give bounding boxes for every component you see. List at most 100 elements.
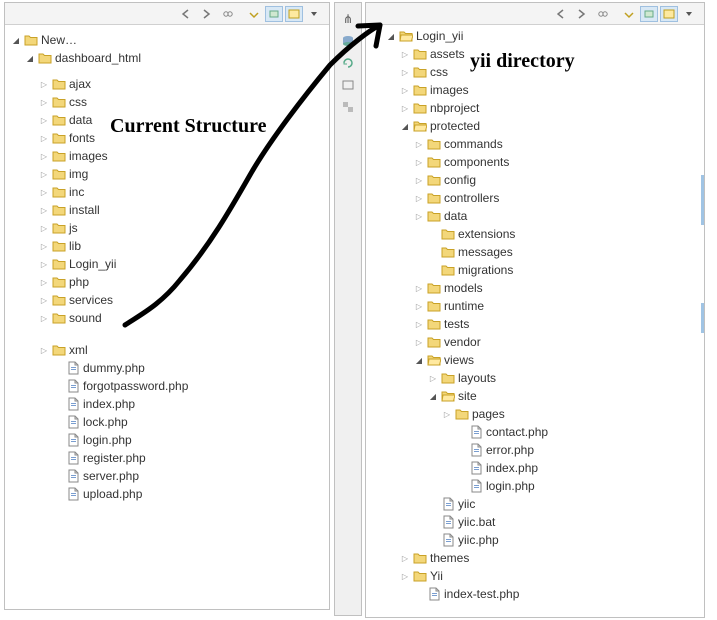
twisty-icon[interactable]: ▷ <box>414 301 424 311</box>
tree-row-file[interactable]: forgotpassword.php <box>7 377 327 395</box>
tree-row-folder[interactable]: ▷ css <box>7 93 327 111</box>
twisty-icon[interactable]: ◢ <box>11 35 21 45</box>
tree-row-project[interactable]: ◢ dashboard_html <box>7 49 327 67</box>
tree-row-file[interactable]: login.php <box>368 477 702 495</box>
tree-row-file[interactable]: server.php <box>7 467 327 485</box>
twisty-icon[interactable]: ▷ <box>414 319 424 329</box>
tree-row-folder[interactable]: ▷ images <box>368 81 702 99</box>
twisty-icon[interactable]: ▷ <box>414 175 424 185</box>
tree-row-data[interactable]: ▷ data <box>368 207 702 225</box>
tree-row-file[interactable]: lock.php <box>7 413 327 431</box>
twisty-icon[interactable]: ▷ <box>39 205 49 215</box>
dropdown-icon[interactable] <box>305 6 323 22</box>
collapse-all-icon[interactable] <box>245 6 263 22</box>
view-mode-icon[interactable] <box>660 6 678 22</box>
tree-row-folder[interactable]: ▷ tests <box>368 315 702 333</box>
tree-row-folder[interactable]: ▷ themes <box>368 549 702 567</box>
tree-row-folder[interactable]: ▷ ajax <box>7 75 327 93</box>
twisty-icon[interactable]: ▷ <box>39 133 49 143</box>
tree-row-views[interactable]: ◢ views <box>368 351 702 369</box>
tree-row-folder[interactable]: ▷ nbproject <box>368 99 702 117</box>
tree-row-protected[interactable]: ◢ protected <box>368 117 702 135</box>
nav-back-icon[interactable] <box>554 6 572 22</box>
twisty-icon[interactable]: ◢ <box>414 355 424 365</box>
twisty-icon[interactable]: ▷ <box>39 259 49 269</box>
tree-row-folder[interactable]: ▷ img <box>7 165 327 183</box>
twisty-icon[interactable]: ◢ <box>25 53 35 63</box>
sync-icon[interactable] <box>340 55 356 71</box>
tree-row-folder[interactable]: extensions <box>368 225 702 243</box>
tree-row-folder[interactable]: ▷ Login_yii <box>7 255 327 273</box>
nav-forward-icon[interactable] <box>199 6 217 22</box>
nav-back-icon[interactable] <box>179 6 197 22</box>
twisty-icon[interactable]: ▷ <box>400 49 410 59</box>
tree-row-folder[interactable]: ▷ Yii <box>368 567 702 585</box>
twisty-icon[interactable]: ▷ <box>428 373 438 383</box>
twisty-icon[interactable]: ▷ <box>39 295 49 305</box>
twisty-icon[interactable]: ▷ <box>414 157 424 167</box>
tree-row-folder[interactable]: ▷ assets <box>368 45 702 63</box>
twisty-icon[interactable]: ◢ <box>428 391 438 401</box>
tree-row-folder[interactable]: ▷ xml <box>7 341 327 359</box>
twisty-icon[interactable]: ▷ <box>400 85 410 95</box>
tree-row-file[interactable]: index-test.php <box>368 585 702 603</box>
tree-row-file[interactable]: index.php <box>368 459 702 477</box>
twisty-icon[interactable]: ▷ <box>39 97 49 107</box>
tree-row-folder[interactable]: messages <box>368 243 702 261</box>
view-mode-icon[interactable] <box>285 6 303 22</box>
twisty-icon[interactable]: ▷ <box>414 193 424 203</box>
filter-icon[interactable] <box>640 6 658 22</box>
twisty-icon[interactable]: ▷ <box>39 187 49 197</box>
tool-b-icon[interactable] <box>340 99 356 115</box>
outline-icon[interactable]: ⋔ <box>340 11 356 27</box>
tree-row-layouts[interactable]: ▷ layouts <box>368 369 702 387</box>
tree-row-folder[interactable]: ▷ fonts <box>7 129 327 147</box>
tree-row-folder[interactable]: ▷ services <box>7 291 327 309</box>
twisty-icon[interactable]: ▷ <box>39 345 49 355</box>
tree-row-folder[interactable]: ▷ images <box>7 147 327 165</box>
twisty-icon[interactable]: ▷ <box>414 337 424 347</box>
tree-row-site[interactable]: ◢ site <box>368 387 702 405</box>
twisty-icon[interactable]: ▷ <box>442 409 452 419</box>
tree-row-folder[interactable]: ▷ php <box>7 273 327 291</box>
dropdown-icon[interactable] <box>680 6 698 22</box>
tree-row-folder[interactable]: ▷ controllers <box>368 189 702 207</box>
twisty-icon[interactable]: ◢ <box>400 121 410 131</box>
twisty-icon[interactable]: ▷ <box>39 241 49 251</box>
link-icon[interactable] <box>594 6 612 22</box>
tree-row-folder[interactable]: ▷ sound <box>7 309 327 327</box>
tree-row-file[interactable]: yiic.bat <box>368 513 702 531</box>
tree-row-folder[interactable]: ▷ runtime <box>368 297 702 315</box>
tree-row-folder[interactable]: ▷ config <box>368 171 702 189</box>
tree-row-file[interactable]: error.php <box>368 441 702 459</box>
twisty-icon[interactable]: ▷ <box>400 571 410 581</box>
tree-row-root[interactable]: ◢ New… <box>7 31 327 49</box>
twisty-icon[interactable]: ▷ <box>39 115 49 125</box>
tree-row-folder[interactable]: ▷ components <box>368 153 702 171</box>
tree-row-pages[interactable]: ▷ pages <box>368 405 702 423</box>
tree-row-root[interactable]: ◢ Login_yii <box>368 27 702 45</box>
twisty-icon[interactable]: ▷ <box>400 553 410 563</box>
twisty-icon[interactable]: ▷ <box>39 79 49 89</box>
tree-row-folder[interactable]: ▷ js <box>7 219 327 237</box>
tool-a-icon[interactable] <box>340 77 356 93</box>
twisty-icon[interactable]: ▷ <box>400 103 410 113</box>
twisty-icon[interactable]: ▷ <box>39 223 49 233</box>
tree-row-folder[interactable]: ▷ css <box>368 63 702 81</box>
tree-row-file[interactable]: yiic.php <box>368 531 702 549</box>
tree-row-file[interactable]: upload.php <box>7 485 327 503</box>
tree-row-file[interactable]: dummy.php <box>7 359 327 377</box>
tree-row-file[interactable]: contact.php <box>368 423 702 441</box>
tree-row-folder[interactable]: ▷ commands <box>368 135 702 153</box>
tree-row-file[interactable]: yiic <box>368 495 702 513</box>
link-icon[interactable] <box>219 6 237 22</box>
tree-row-folder[interactable]: ▷ models <box>368 279 702 297</box>
db-icon[interactable] <box>340 33 356 49</box>
twisty-icon[interactable]: ▷ <box>400 67 410 77</box>
twisty-icon[interactable]: ▷ <box>39 313 49 323</box>
tree-row-folder[interactable]: migrations <box>368 261 702 279</box>
twisty-icon[interactable]: ▷ <box>39 277 49 287</box>
filter-icon[interactable] <box>265 6 283 22</box>
nav-forward-icon[interactable] <box>574 6 592 22</box>
tree-row-file[interactable]: login.php <box>7 431 327 449</box>
